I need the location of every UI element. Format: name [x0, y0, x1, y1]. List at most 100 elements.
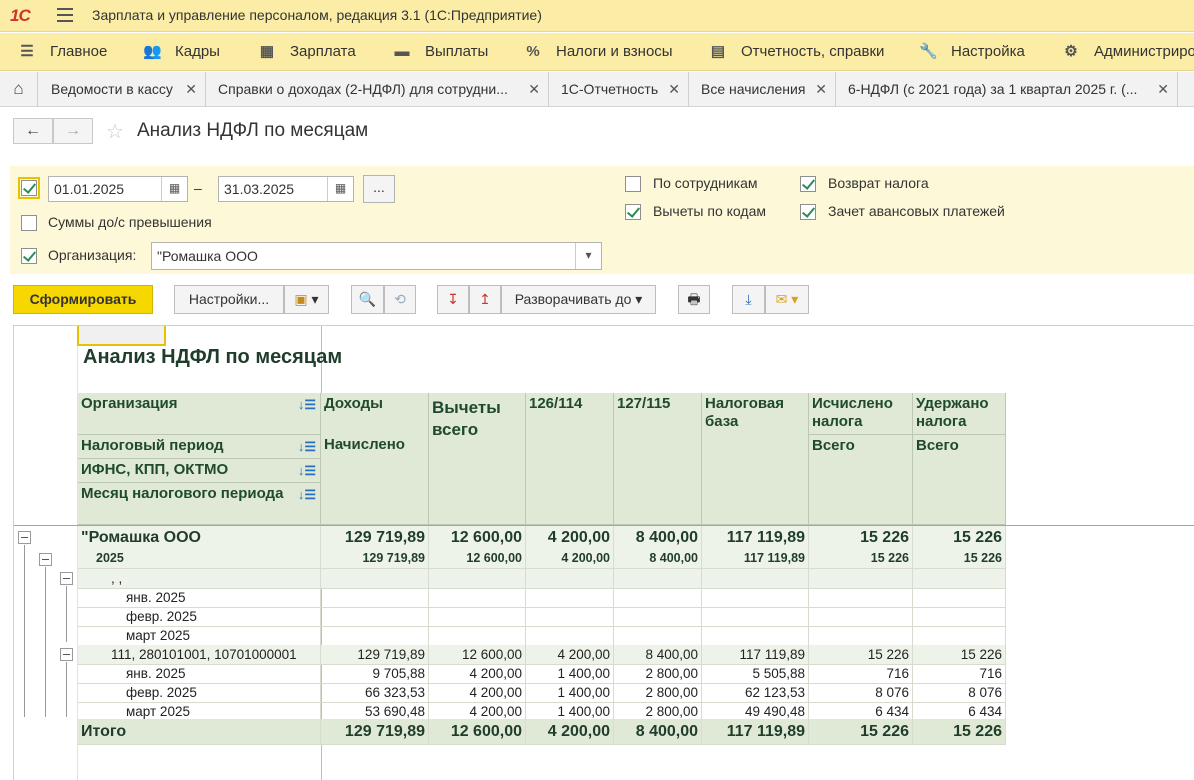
print-button[interactable]: 🖶: [678, 285, 710, 314]
home-icon[interactable]: ⌂: [0, 72, 38, 107]
value-cell: 15 226: [809, 526, 913, 549]
row-label-cell: март 2025: [78, 626, 321, 645]
close-icon[interactable]: ✕: [185, 72, 197, 106]
header-126: 126/114: [526, 393, 614, 525]
active-cell[interactable]: [77, 326, 166, 346]
date-from-field[interactable]: 01.01.2025 ▦: [48, 176, 188, 202]
search-clear-button[interactable]: ⟲: [384, 285, 416, 314]
value-cell: 8 400,00: [614, 645, 702, 664]
sort-desc-button[interactable]: ↧: [437, 285, 469, 314]
menu-icon: ☰: [20, 43, 34, 60]
wallet-icon: ▬: [394, 43, 410, 60]
section-main[interactable]: ☰ Главное: [18, 33, 107, 71]
settings-button[interactable]: Настройки...: [174, 285, 284, 314]
forward-button[interactable]: →: [53, 118, 93, 144]
value-cell: [429, 569, 526, 588]
org-checkbox[interactable]: [21, 248, 37, 264]
close-icon[interactable]: ✕: [815, 72, 827, 106]
sort-icon[interactable]: ↓☰: [298, 438, 316, 456]
value-cell: 4 200,00: [429, 683, 526, 702]
row-label-cell: янв. 2025: [78, 588, 321, 607]
percent-icon: %: [526, 43, 540, 60]
value-cell: 129 719,89: [321, 526, 429, 549]
tab-2ndfl[interactable]: Справки о доходах (2-НДФЛ) для сотрудни.…: [206, 72, 549, 107]
back-button[interactable]: ←: [13, 118, 53, 144]
sort-asc-button[interactable]: ↥: [469, 285, 501, 314]
close-icon[interactable]: ✕: [528, 72, 540, 106]
header-ifns: ИФНС, КПП, ОКТМО ↓☰: [78, 459, 321, 483]
advance-offset-checkbox[interactable]: [800, 204, 816, 220]
collapse-toggle[interactable]: [60, 572, 73, 585]
page-title: Анализ НДФЛ по месяцам: [137, 120, 369, 141]
calculator-icon: ▦: [259, 43, 275, 60]
close-icon[interactable]: ✕: [668, 72, 680, 106]
organization-field[interactable]: "Ромашка ООО ▾: [151, 242, 602, 270]
tree-line: [24, 545, 25, 717]
value-cell: [809, 607, 913, 626]
deductions-by-codes-checkbox[interactable]: [625, 204, 641, 220]
main-menu-icon[interactable]: [57, 8, 73, 22]
sort-icon[interactable]: ↓☰: [298, 486, 316, 504]
collapse-toggle[interactable]: [39, 553, 52, 566]
value-cell: 4 200,00: [526, 549, 614, 568]
tab-1c-reporting[interactable]: 1С-Отчетность ✕: [549, 72, 689, 107]
section-reports[interactable]: ▤ Отчетность, справки: [709, 33, 885, 71]
value-cell: [913, 588, 1006, 607]
tab-cash-statements[interactable]: Ведомости в кассу ✕: [39, 72, 206, 107]
section-settings[interactable]: 🔧 Настройка: [919, 33, 1025, 71]
collapse-toggle[interactable]: [18, 531, 31, 544]
section-admin[interactable]: ⚙ Администриров: [1062, 33, 1194, 71]
value-cell: [702, 607, 809, 626]
value-cell: 2 800,00: [614, 683, 702, 702]
sort-icon[interactable]: ↓☰: [298, 462, 316, 480]
variants-button[interactable]: ▣ ▾: [284, 285, 329, 314]
header-income: Доходы Начислено: [321, 393, 429, 525]
value-cell: 129 719,89: [321, 719, 429, 744]
value-cell: 716: [913, 664, 1006, 683]
report-spreadsheet[interactable]: Анализ НДФЛ по месяцам Организация ↓☰ Нал…: [13, 325, 1194, 780]
app-title: Зарплата и управление персоналом, редакц…: [92, 7, 542, 23]
chevron-down-icon[interactable]: ▾: [575, 243, 601, 269]
section-payments[interactable]: ▬ Выплаты: [393, 33, 489, 71]
date-dash: –: [194, 180, 202, 196]
tab-all-accruals[interactable]: Все начисления ✕: [689, 72, 836, 107]
value-cell: 15 226: [809, 549, 913, 568]
value-cell: 8 400,00: [614, 526, 702, 549]
tab-6ndfl[interactable]: 6-НДФЛ (с 2021 года) за 1 квартал 2025 г…: [836, 72, 1178, 107]
value-cell: 12 600,00: [429, 645, 526, 664]
date-to-field[interactable]: 31.03.2025 ▦: [218, 176, 354, 202]
download-icon: ⤓: [745, 291, 752, 307]
expand-to-button[interactable]: Разворачивать до ▾: [501, 285, 656, 314]
value-cell: 15 226: [913, 719, 1006, 744]
save-button[interactable]: ⤓: [732, 285, 765, 314]
value-cell: 9 705,88: [321, 664, 429, 683]
calendar-icon[interactable]: ▦: [327, 177, 353, 201]
value-cell: 8 400,00: [614, 549, 702, 568]
section-taxes[interactable]: % Налоги и взносы: [524, 33, 672, 71]
sort-icon[interactable]: ↓☰: [298, 396, 316, 414]
collapse-toggle[interactable]: [60, 648, 73, 661]
by-employees-label: По сотрудникам: [653, 175, 758, 191]
tax-refund-checkbox[interactable]: [800, 176, 816, 192]
value-cell: 117 119,89: [702, 719, 809, 744]
period-checkbox[interactable]: [18, 177, 40, 199]
advance-offset-label: Зачет авансовых платежей: [828, 203, 1005, 219]
value-cell: [429, 607, 526, 626]
calendar-icon[interactable]: ▦: [161, 177, 187, 201]
value-cell: 8 076: [809, 683, 913, 702]
generate-button[interactable]: Сформировать: [13, 285, 153, 314]
favorite-star-icon[interactable]: ☆: [106, 119, 124, 144]
period-select-button[interactable]: ...: [363, 175, 395, 203]
sums-checkbox[interactable]: [21, 215, 37, 231]
by-employees-checkbox[interactable]: [625, 176, 641, 192]
header-organization: Организация ↓☰: [78, 393, 321, 435]
value-cell: 117 119,89: [702, 526, 809, 549]
value-cell: 1 400,00: [526, 664, 614, 683]
section-hr[interactable]: 👥 Кадры: [143, 33, 220, 71]
send-email-button[interactable]: ✉ ▾: [765, 285, 809, 314]
close-icon[interactable]: ✕: [1157, 72, 1169, 106]
value-cell: 66 323,53: [321, 683, 429, 702]
search-button[interactable]: 🔍: [351, 285, 384, 314]
section-salary[interactable]: ▦ Зарплата: [258, 33, 356, 71]
value-cell: [614, 607, 702, 626]
